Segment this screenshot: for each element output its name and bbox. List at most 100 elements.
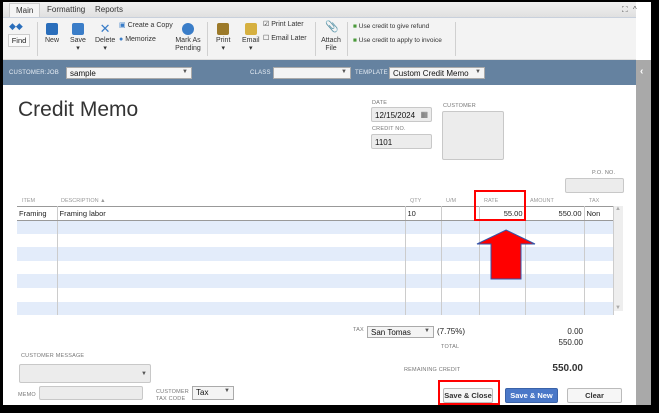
table-row[interactable] <box>17 301 614 316</box>
cell-description[interactable]: Framing labor <box>57 206 406 221</box>
clear-button[interactable]: Clear <box>567 388 622 403</box>
memorize-icon: ● <box>119 36 124 43</box>
side-panel-toggle[interactable]: ‹ <box>636 60 651 405</box>
mark-pending-button[interactable]: Mark As Pending <box>175 23 201 53</box>
memo-label: MEMO <box>18 392 36 398</box>
check-icon <box>182 23 194 35</box>
total-label: TOTAL <box>441 344 460 350</box>
class-select[interactable]: ▼ <box>273 67 351 79</box>
print-later-checkbox[interactable]: ☑ Print Later <box>263 21 304 29</box>
ribbon-tabs: Main Formatting Reports ⛶ ^ <box>3 2 637 18</box>
cell-tax[interactable]: Non <box>584 206 614 221</box>
email-label: Email <box>242 37 260 44</box>
rate-highlight-box <box>474 190 526 221</box>
new-icon <box>46 23 58 35</box>
col-um[interactable]: U/M <box>446 198 456 204</box>
customer-tax-code-label: CUSTOMER TAX CODE <box>156 389 189 402</box>
find-button[interactable]: Find <box>8 34 30 47</box>
template-select[interactable]: Custom Credit Memo ▼ <box>389 67 485 79</box>
red-arrow-annotation <box>476 229 536 280</box>
credit-no-field[interactable]: 1101 <box>371 134 432 149</box>
email-later-checkbox[interactable]: ☐ Email Later <box>263 35 307 43</box>
tab-formatting[interactable]: Formatting <box>47 5 85 14</box>
attach-file-button[interactable]: 📎 Attach File <box>321 22 341 53</box>
apply-label: Use credit to apply to invoice <box>358 37 442 44</box>
delete-label: Delete <box>95 37 116 44</box>
credit-memo-window: Main Formatting Reports ⛶ ^ ◆◆ Find New … <box>3 2 651 405</box>
prev-next-arrows-icon[interactable]: ◆◆ <box>9 21 23 32</box>
tax-rate: (7.75%) <box>437 327 466 336</box>
col-amount[interactable]: AMOUNT <box>530 198 554 204</box>
col-tax[interactable]: TAX <box>589 198 599 204</box>
tab-main[interactable]: Main <box>9 3 41 17</box>
customer-message-select[interactable]: ▼ <box>19 364 151 383</box>
toolbar: ◆◆ Find New Save ▾ ✕ Delete ▾ ▣ Create a Co… <box>3 18 636 60</box>
calendar-icon[interactable]: ▦ <box>420 110 428 119</box>
expand-icon[interactable]: ⛶ <box>622 5 628 15</box>
cell-amount[interactable]: 550.00 <box>525 206 585 221</box>
save-button[interactable]: Save ▾ <box>70 23 86 53</box>
tax-amount: 0.00 <box>567 327 583 336</box>
remaining-credit-amount: 550.00 <box>552 363 583 374</box>
print-label: Print <box>216 37 231 44</box>
class-label: CLASS <box>250 70 271 76</box>
customer-bar: CUSTOMER:JOB sample ▼ CLASS ▼ TEMPLATE Cu… <box>3 60 636 85</box>
create-copy-button[interactable]: ▣ Create a Copy <box>119 22 173 30</box>
create-copy-label: Create a Copy <box>127 22 173 29</box>
envelope-icon <box>244 23 257 35</box>
chevron-left-icon[interactable]: ‹ <box>640 66 643 77</box>
template-label: TEMPLATE <box>355 70 388 76</box>
memorize-button[interactable]: ● Memorize <box>119 36 156 44</box>
tax-code-value: San Tomas <box>371 328 411 337</box>
po-label: P.O. NO. <box>592 170 616 176</box>
refund-icon: ■ <box>353 23 357 30</box>
total-amount: 550.00 <box>558 338 583 347</box>
save-icon <box>71 23 84 35</box>
customer-message-label: CUSTOMER MESSAGE <box>21 353 85 359</box>
memorize-label: Memorize <box>125 36 156 43</box>
new-label: New <box>45 37 60 44</box>
col-item[interactable]: ITEM <box>22 198 35 204</box>
customer-job-select[interactable]: sample ▼ <box>66 67 192 79</box>
print-later-label: Print Later <box>271 21 304 28</box>
credit-no-value: 1101 <box>375 138 393 147</box>
print-button[interactable]: Print ▾ <box>216 23 230 53</box>
customer-address-label: CUSTOMER <box>443 103 476 109</box>
po-field[interactable] <box>565 178 624 193</box>
copy-icon: ▣ <box>119 22 126 29</box>
delete-icon: ✕ <box>99 21 111 36</box>
save-label: Save <box>70 37 86 44</box>
remaining-credit-label: REMAINING CREDIT <box>404 367 461 373</box>
col-description[interactable]: DESCRIPTION ▲ <box>61 198 106 204</box>
customer-tax-code-select[interactable]: Tax ▼ <box>192 386 234 400</box>
date-value: 12/15/2024 <box>375 111 416 120</box>
credit-no-label: CREDIT NO. <box>372 126 406 132</box>
new-button[interactable]: New <box>45 23 59 45</box>
customer-tax-code-value: Tax <box>196 388 209 397</box>
refund-button[interactable]: ■ Use credit to give refund <box>353 23 429 31</box>
apply-invoice-button[interactable]: ■ Use credit to apply to invoice <box>353 37 442 45</box>
delete-button[interactable]: ✕ Delete ▾ <box>95 21 116 53</box>
collapse-ribbon-icon[interactable]: ^ <box>633 5 637 14</box>
date-field[interactable]: 12/15/2024 ▦ <box>371 107 432 122</box>
page-title: Credit Memo <box>18 98 139 121</box>
email-button[interactable]: Email ▾ <box>242 23 260 53</box>
customer-job-label: CUSTOMER:JOB <box>9 70 59 76</box>
printer-icon <box>217 23 230 35</box>
memo-field[interactable] <box>39 386 143 400</box>
save-close-highlight-box <box>438 380 500 405</box>
date-label: DATE <box>372 100 388 106</box>
template-value: Custom Credit Memo <box>393 69 469 78</box>
cell-item[interactable]: Framing <box>17 206 58 221</box>
attach-label: Attach File <box>321 37 341 52</box>
tab-reports[interactable]: Reports <box>95 5 123 14</box>
customer-address-field[interactable] <box>442 111 504 160</box>
cell-qty[interactable]: 10 <box>405 206 442 221</box>
email-later-label: Email Later <box>271 35 307 42</box>
mark-pending-label: Mark As Pending <box>175 37 201 52</box>
save-new-button[interactable]: Save & New <box>505 388 558 403</box>
tax-select[interactable]: San Tomas ▼ <box>367 326 434 338</box>
col-qty[interactable]: QTY <box>410 198 421 204</box>
table-scrollbar[interactable]: ▲ ▼ <box>613 206 623 311</box>
table-row[interactable] <box>17 288 614 302</box>
